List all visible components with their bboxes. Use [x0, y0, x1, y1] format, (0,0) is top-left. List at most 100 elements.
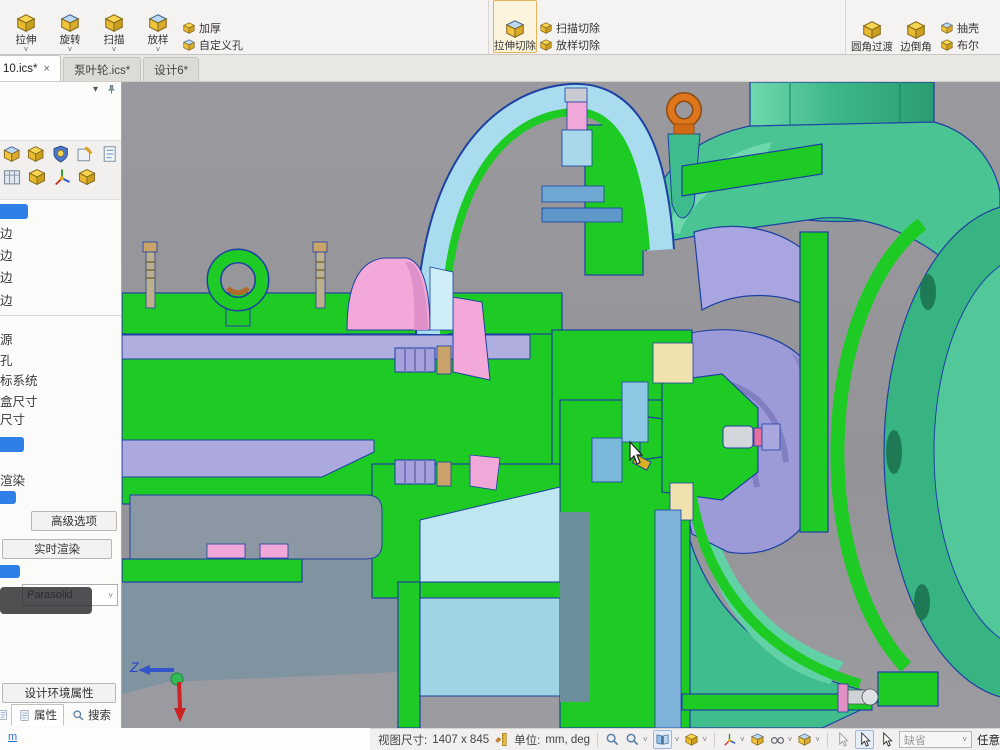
extrude-button[interactable]: 拉伸˅: [4, 0, 48, 53]
shield-icon[interactable]: [51, 144, 70, 164]
view-size-value: 1407 x 845: [432, 734, 489, 746]
gasket[interactable]: [260, 544, 288, 558]
list-item-size[interactable]: 尺寸: [0, 409, 25, 428]
cad-application-window: 拉伸˅ 旋转˅ 扫描˅ 放样˅ 加厚: [0, 0, 1000, 750]
custom-hole-button[interactable]: 自定义孔: [182, 36, 482, 53]
search-icon: [72, 709, 85, 722]
tab-search[interactable]: 搜索: [66, 705, 117, 725]
chevron-down-icon[interactable]: ˅: [24, 46, 29, 53]
chevron-down-icon[interactable]: ˅: [108, 591, 113, 600]
chevron-down-icon[interactable]: ˅: [156, 46, 161, 53]
view-mode-button[interactable]: [653, 730, 672, 749]
parts-icon[interactable]: [27, 167, 47, 187]
edit-note-icon[interactable]: [75, 144, 94, 164]
chevron-down-icon[interactable]: ˅: [112, 46, 117, 53]
status-link[interactable]: m: [8, 731, 17, 743]
ribbon-group-shape: 拉伸˅ 旋转˅ 扫描˅ 放样˅ 加厚: [0, 0, 489, 55]
chevron-down-icon[interactable]: ˅: [788, 735, 793, 744]
list-item-coordinate-system[interactable]: 标系统: [0, 370, 38, 389]
thicken-button[interactable]: 加厚: [182, 19, 482, 36]
zoom-out-icon[interactable]: [625, 732, 640, 747]
ruler-icon[interactable]: [494, 732, 509, 747]
ribbon-group-modify: 圆角过渡 边倒角 抽壳 布尔: [846, 0, 1000, 55]
loft-cut-icon: [539, 38, 553, 52]
display-cube-icon[interactable]: [797, 732, 812, 747]
svg-text:Z: Z: [129, 659, 139, 675]
glasses-icon[interactable]: [770, 732, 785, 747]
sweep-button[interactable]: 扫描˅: [92, 0, 136, 53]
pick-cursor-icon[interactable]: [879, 732, 894, 747]
shaded-view-icon[interactable]: [750, 732, 765, 747]
gasket[interactable]: [207, 544, 245, 558]
selected-list-item[interactable]: [0, 204, 28, 219]
pick-filter-select[interactable]: 缺省 ˅: [899, 731, 972, 748]
selected-list-item[interactable]: [0, 491, 16, 504]
revolve-icon: [59, 12, 81, 34]
chamfer-icon: [905, 19, 927, 41]
selected-list-item[interactable]: [0, 565, 20, 578]
chevron-down-icon[interactable]: ▾: [93, 84, 98, 95]
partial-button[interactable]: [182, 10, 482, 19]
tab-properties[interactable]: 属性: [11, 704, 64, 726]
boolean-button[interactable]: 布尔: [940, 36, 1000, 53]
extrude-cut-button[interactable]: 拉伸切除: [493, 0, 537, 53]
select-prev-icon[interactable]: [835, 732, 850, 747]
display-mode-icon[interactable]: [2, 144, 21, 164]
chevron-down-icon[interactable]: ˅: [740, 735, 745, 744]
chevron-down-icon[interactable]: ˅: [643, 735, 648, 744]
close-icon[interactable]: ×: [44, 63, 50, 75]
tab-document-1[interactable]: 10.ics* ×: [0, 55, 61, 81]
viewport-3d[interactable]: Z X: [122, 82, 1000, 728]
chamfer-button[interactable]: 边倒角: [894, 0, 938, 53]
document-tab-bar: 10.ics* × 泵叶轮.ics* 设计6*: [0, 55, 1000, 82]
axes-icon[interactable]: [52, 167, 72, 187]
partial-tab-icon[interactable]: [0, 708, 9, 722]
tab-document-2[interactable]: 泵叶轮.ics*: [63, 57, 141, 81]
orientation-cube-icon[interactable]: [684, 732, 699, 747]
partial-button[interactable]: [940, 10, 1000, 19]
realtime-render-button[interactable]: 实时渲染: [2, 539, 112, 559]
regen-icon[interactable]: [26, 144, 45, 164]
list-item-edge[interactable]: 边: [0, 290, 13, 309]
part-body-icon[interactable]: [77, 167, 97, 187]
select-tool-button[interactable]: [855, 730, 874, 749]
chevron-down-icon[interactable]: ˅: [702, 735, 707, 744]
list-item-edge[interactable]: 边: [0, 245, 13, 264]
document-icon[interactable]: [100, 144, 119, 164]
shell-button[interactable]: 抽壳: [940, 19, 1000, 36]
shell-icon: [940, 21, 954, 35]
chevron-down-icon: ˅: [962, 735, 967, 744]
list-item-edge[interactable]: 边: [0, 267, 13, 286]
sweep-cut-button[interactable]: 扫描切除: [539, 19, 839, 36]
chevron-down-icon[interactable]: ˅: [815, 735, 820, 744]
snap-mode-label[interactable]: 任意: [977, 732, 1000, 748]
chevron-down-icon[interactable]: ˅: [68, 46, 73, 53]
partial-button[interactable]: [539, 10, 839, 19]
chevron-down-icon[interactable]: ˅: [675, 735, 680, 744]
advanced-options-button[interactable]: 高级选项: [31, 511, 117, 531]
triad-icon[interactable]: [722, 732, 737, 747]
grid-icon[interactable]: [2, 167, 22, 187]
revolve-button[interactable]: 旋转˅: [48, 0, 92, 53]
loft-icon: [147, 12, 169, 34]
loft-button[interactable]: 放样˅: [136, 0, 180, 53]
list-item-light-source[interactable]: 源: [0, 329, 13, 348]
loft-cut-button[interactable]: 放样切除: [539, 36, 839, 53]
design-env-properties-button[interactable]: 设计环境属性: [2, 683, 116, 703]
list-item-render[interactable]: 渲染: [0, 470, 25, 489]
list-item-hole[interactable]: 孔: [0, 350, 13, 369]
tooltip-overlay: [0, 587, 92, 614]
pin-icon[interactable]: [106, 84, 117, 95]
list-item-edge[interactable]: 边: [0, 223, 13, 242]
list-item-bounding-box[interactable]: 盒尺寸: [0, 391, 38, 410]
zoom-in-icon[interactable]: [605, 732, 620, 747]
extrude-cut-icon: [504, 18, 526, 40]
boolean-icon: [940, 38, 954, 52]
selected-list-item[interactable]: [0, 437, 24, 452]
ribbon-group-cut: 拉伸切除 扫描切除 放样切除: [489, 0, 846, 55]
tab-document-3[interactable]: 设计6*: [143, 57, 199, 81]
fillet-button[interactable]: 圆角过渡: [850, 0, 894, 53]
book-view-icon: [655, 732, 670, 747]
fillet-icon: [861, 19, 883, 41]
custom-hole-icon: [182, 38, 196, 52]
